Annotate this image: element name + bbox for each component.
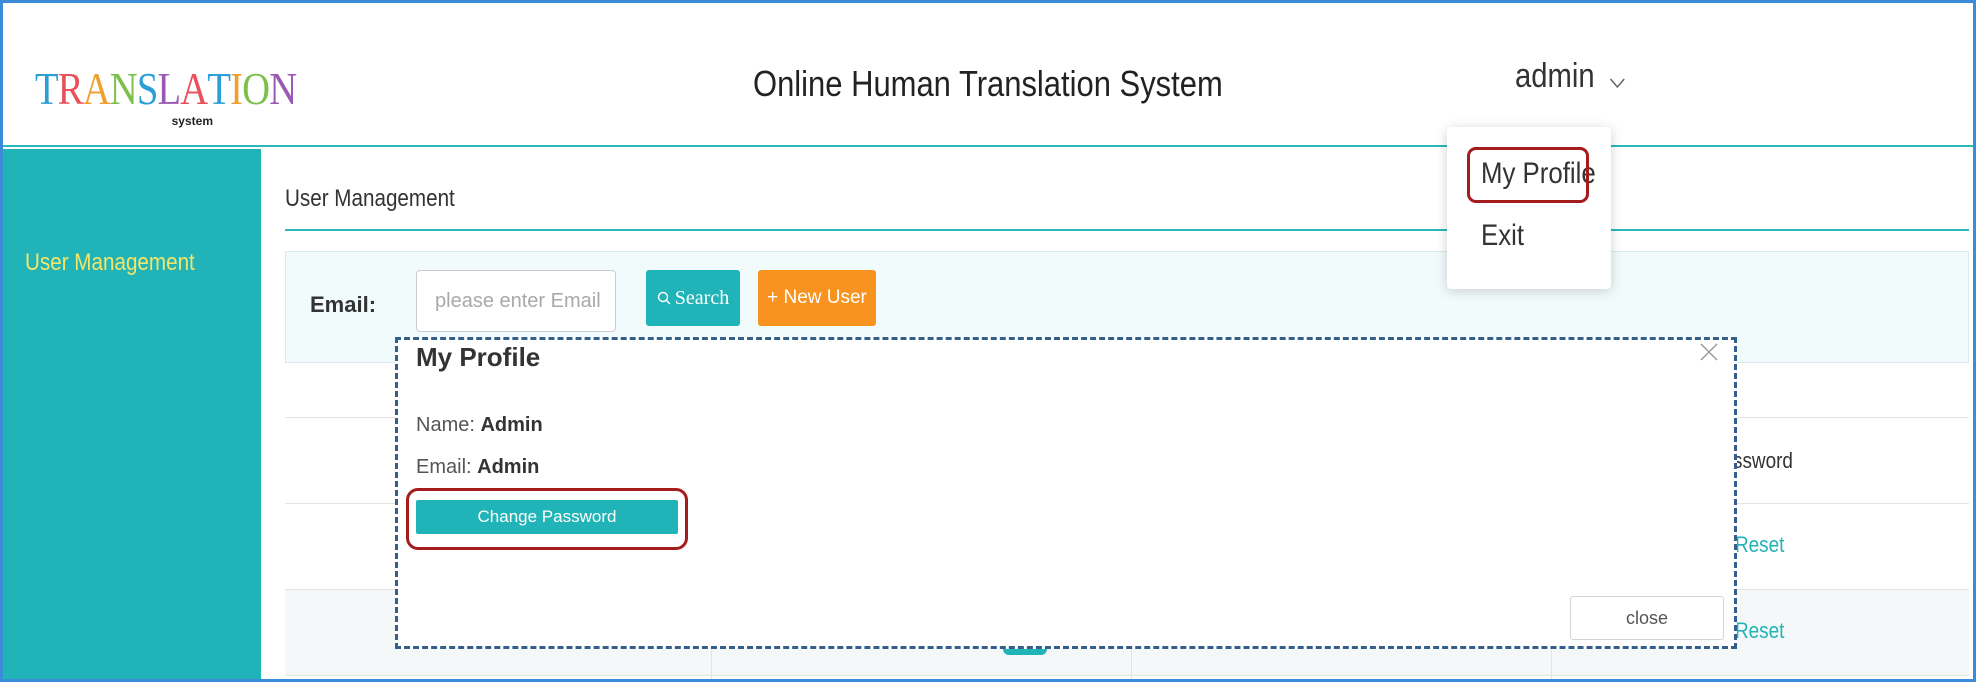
divider (285, 229, 1969, 231)
search-button-label: Search (674, 286, 730, 309)
logo: TRANSLATION system (35, 63, 297, 129)
column-header-password: ssword (1733, 448, 1793, 473)
search-button[interactable]: Search (646, 270, 740, 326)
sidebar-item-user-management[interactable]: User Management (25, 249, 195, 277)
change-password-button[interactable]: Change Password (416, 500, 678, 534)
email-label: Email: (310, 292, 377, 317)
highlight-my-profile (1467, 147, 1589, 203)
search-icon (657, 291, 671, 304)
logo-text: TRANSLATION (35, 63, 297, 114)
new-user-button[interactable]: + New User (758, 270, 876, 326)
name-value: Admin (480, 414, 543, 436)
header: TRANSLATION system Online Human Translat… (3, 3, 1973, 147)
user-menu[interactable]: admin (1515, 57, 1625, 98)
page-title: User Management (285, 185, 455, 212)
modal-close-button[interactable]: close (1570, 596, 1724, 640)
modal-title: My Profile (416, 342, 541, 372)
close-icon[interactable] (1698, 340, 1720, 368)
app-title: Online Human Translation System (753, 63, 1223, 104)
reset-link[interactable]: Reset (1735, 618, 1784, 644)
name-label: Name: (416, 414, 475, 436)
chevron-down-icon (1610, 59, 1625, 98)
logo-subtext: system (171, 114, 213, 128)
profile-name: Name: Admin (416, 414, 543, 437)
email-value: Admin (477, 456, 540, 478)
sidebar: User Management (3, 149, 261, 679)
profile-modal: My Profile Name: Admin Email: Admin Chan… (395, 337, 1737, 649)
menu-item-exit[interactable]: Exit (1481, 219, 1524, 253)
profile-email: Email: Admin (416, 456, 539, 479)
user-name: admin (1515, 57, 1595, 95)
email-input[interactable] (416, 270, 616, 332)
reset-link[interactable]: Reset (1735, 532, 1784, 558)
email-label: Email: (416, 456, 472, 478)
app-window: TRANSLATION system Online Human Translat… (0, 0, 1976, 682)
